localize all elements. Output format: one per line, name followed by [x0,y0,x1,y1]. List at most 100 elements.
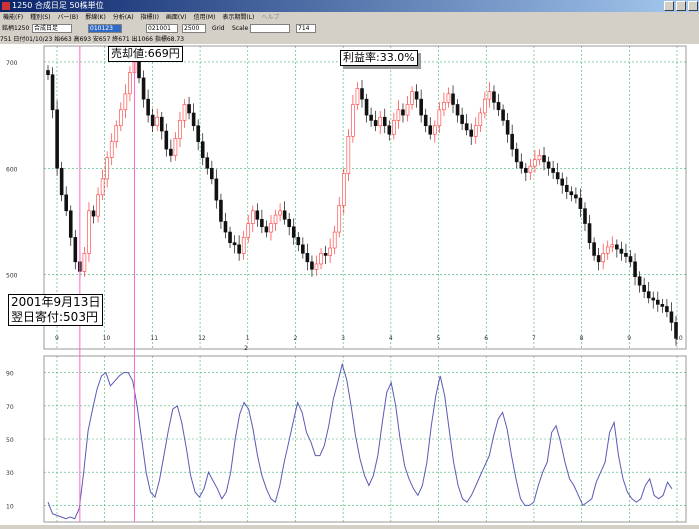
ind-y-tick: 90 [6,371,14,378]
candle-body [178,120,182,139]
range-field[interactable]: 2500 [182,24,206,33]
buy-annotation: 2001年9月13日 翌日寄付:503円 [8,294,104,326]
menu-item[interactable]: 分析(A) [113,12,134,23]
candle-body [173,138,178,156]
scale-field[interactable] [250,24,290,33]
candle-body [583,208,587,224]
candle-body [273,214,278,224]
price-panel-frame [43,45,687,350]
menu-item[interactable]: 指標(I) [140,12,158,23]
toolbar: 銘柄1250 合成日足 010123 021001 2500 Grid Scal… [0,23,699,35]
grid-label[interactable]: Grid [212,23,225,35]
x-tick: 1 [246,335,250,342]
candle-body [282,210,287,220]
x-tick: 3 [341,335,345,342]
candle-body [105,157,109,180]
candle-body [219,199,223,222]
candle-body [528,165,533,173]
candle-body [660,304,665,307]
buy-price-text: 翌日寄付:503円 [11,310,98,324]
profit-rate-annotation: 利益率:33.0% [340,50,418,66]
x-tick: 12 [198,335,206,342]
candle-body [205,157,210,169]
candle-body [542,155,546,163]
candle-body [405,104,410,116]
menu-item[interactable]: 種別(S) [30,12,51,23]
candle-body [478,112,483,127]
candle-body [587,223,592,243]
candle-body [346,136,351,174]
candle-body [355,88,360,105]
candle-body [91,210,96,217]
candle-body [228,231,232,243]
candle-body [514,148,519,163]
menu-item[interactable]: 罫線(K) [85,12,106,23]
candle-body [373,120,378,127]
candle-body [505,120,510,135]
scale-label[interactable]: Scale [232,23,248,35]
candle-body [96,194,100,217]
menu-item[interactable]: 信用(M) [194,12,216,23]
candle-body [332,231,337,249]
maximize-button[interactable] [676,1,686,11]
candle-body [615,244,619,250]
candle-body [305,253,310,263]
candle-body [560,178,565,186]
close-button[interactable] [688,1,698,11]
candle-body [82,253,87,272]
x-tick: 7 [532,335,536,342]
mode-select[interactable]: 合成日足 [32,24,72,33]
candle-body [182,104,187,121]
candle-body [351,104,355,137]
ind-y-tick: 30 [6,470,14,477]
candle-body [483,98,487,114]
menu-item[interactable]: 画面(V) [166,12,187,23]
candle-body [596,255,601,263]
buy-date-text: 2001年9月13日 [11,295,101,309]
candle-body [191,112,196,127]
candle-body [59,167,64,196]
candle-body [574,194,578,199]
candle-body [414,91,419,100]
x-sublabel: 2 [244,345,248,352]
candle-body [578,197,583,209]
candle-body [310,261,314,270]
candle-body [510,133,514,150]
menu-bar: 機能(F) 種別(S) バー(B) 罫線(K) 分析(A) 指標(I) 画面(V… [0,12,699,23]
title-bar: 1250 合成日足 50株単位 [0,0,699,12]
candle-body [264,226,269,233]
candle-body [460,114,464,124]
x-tick: 9 [627,335,631,342]
chart-area[interactable]: 700 600 500 9 10 11 12 1 2 3 4 5 6 7 8 9 10 2 90 70 50 30 10 売… [0,44,699,525]
candle-body [392,120,396,135]
candle-body [196,125,200,142]
candle-body [46,70,50,76]
x-tick: 8 [580,335,584,342]
menu-item[interactable]: 表示期間(L) [222,12,254,23]
candle-body [223,221,228,233]
candle-body [301,244,305,254]
menu-item[interactable]: バー(B) [57,12,78,23]
candle-body [64,194,69,212]
candle-body [169,148,173,156]
date-from-field[interactable]: 010123 [88,24,122,33]
candle-body [278,210,282,216]
candle-body [423,114,428,127]
candle-body [214,178,219,201]
window-title: 1250 合成日足 50株単位 [12,1,104,10]
candle-body [337,205,342,233]
candle-body [428,125,433,135]
candle-body [246,223,251,238]
candle-body [487,91,492,100]
menu-item[interactable]: 機能(F) [3,12,23,23]
minimize-button[interactable] [664,1,674,11]
candle-body [232,242,237,246]
candle-body [624,253,628,257]
candle-body [155,116,160,127]
menu-item[interactable]: ヘルプ [261,12,279,23]
candle-body [164,130,169,150]
candle-body [592,242,596,256]
date-to-field[interactable]: 021001 [146,24,178,33]
candle-body [210,167,214,180]
price-field[interactable]: 714 [296,24,316,33]
